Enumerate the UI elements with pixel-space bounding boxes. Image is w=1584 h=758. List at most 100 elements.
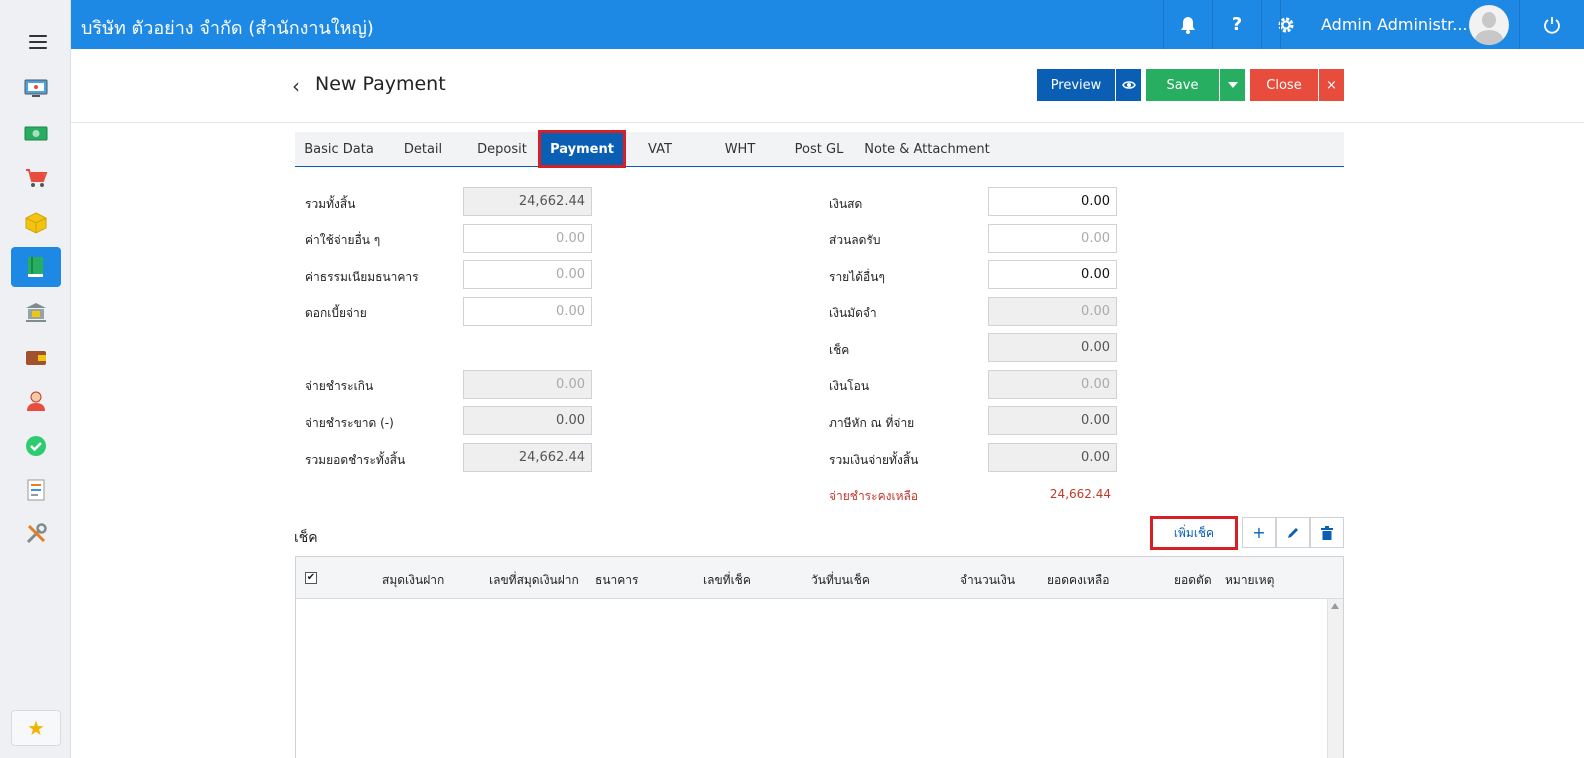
other-income-field[interactable] (988, 260, 1117, 289)
trash-icon (1321, 525, 1333, 540)
col-cut-amount[interactable]: ยอดตัด (1174, 571, 1212, 590)
transfer-label: เงินโอน (829, 379, 870, 393)
tab-vat[interactable]: VAT (624, 132, 696, 166)
sidebar-item-finance[interactable] (11, 113, 61, 153)
back-arrow-icon[interactable]: ‹ (292, 74, 300, 98)
col-bank-book[interactable]: สมุดเงินฝาก (382, 571, 444, 590)
caret-down-icon (1227, 82, 1238, 88)
sidebar-item-sales[interactable] (11, 158, 61, 198)
wht-field (988, 406, 1117, 435)
col-balance[interactable]: ยอดคงเหลือ (1047, 571, 1110, 590)
book-icon (28, 257, 43, 277)
person-icon (27, 391, 45, 411)
total-field (463, 187, 592, 216)
col-bank[interactable]: ธนาคาร (595, 571, 638, 590)
tab-detail[interactable]: Detail (383, 132, 463, 166)
save-button[interactable]: Save (1146, 69, 1219, 101)
top-bar: บริษัท ตัวอย่าง จำกัด (สำนักงานใหญ่) ? A… (71, 0, 1584, 49)
other-income-label: รายได้อื่นๆ (829, 270, 885, 284)
table-scrollbar[interactable] (1327, 599, 1343, 758)
deposit-label: เงินมัดจำ (829, 306, 877, 320)
preview-eye-button[interactable] (1116, 69, 1141, 101)
discount-field[interactable] (988, 224, 1117, 253)
col-note[interactable]: หมายเหตุ (1225, 571, 1274, 590)
cheque-label: เช็ค (829, 343, 850, 357)
tab-basic-data[interactable]: Basic Data (295, 132, 383, 166)
add-icon[interactable]: + (1242, 517, 1276, 548)
overpay-label: จ่ายชำระเกิน (305, 379, 374, 393)
sidebar-item-bank[interactable] (11, 292, 61, 332)
logout-button[interactable] (1519, 0, 1584, 49)
total-paid-label: รวมยอดชำระทั้งสิ้น (305, 453, 406, 467)
underpay-field (463, 406, 592, 435)
delete-button[interactable] (1310, 517, 1344, 548)
total-label: รวมทั้งสิ้น (305, 197, 356, 211)
scroll-up-icon[interactable] (1331, 603, 1339, 609)
tab-bar: Basic Data Detail Deposit Payment VAT WH… (295, 130, 1344, 168)
report-icon (27, 479, 45, 501)
cheque-section-title: เช็ค (294, 530, 318, 546)
avatar[interactable] (1469, 5, 1509, 45)
header-divider (71, 122, 1584, 123)
close-icon[interactable]: × (1319, 69, 1344, 101)
bank-icon (26, 303, 46, 322)
tab-deposit[interactable]: Deposit (463, 132, 541, 166)
total-paid-field (463, 443, 592, 472)
other-expense-label: ค่าใช้จ่ายอื่น ๆ (305, 233, 381, 247)
tab-wht[interactable]: WHT (696, 132, 784, 166)
save-dropdown-button[interactable] (1220, 69, 1245, 101)
sidebar-item-hr[interactable] (11, 381, 61, 421)
sidebar-item-approve[interactable] (11, 426, 61, 466)
cash-label: เงินสด (829, 197, 863, 211)
remaining-value: 24,662.44 (1049, 487, 1111, 501)
sidebar-item-dashboard[interactable] (11, 68, 61, 108)
menu-icon[interactable] (29, 35, 47, 49)
cash-field[interactable] (988, 187, 1117, 216)
edit-button[interactable] (1276, 517, 1310, 548)
bell-icon (1181, 16, 1195, 34)
sidebar-item-settings[interactable] (11, 514, 61, 554)
discount-label: ส่วนลดรับ (829, 233, 881, 247)
notification-button[interactable] (1163, 0, 1212, 49)
monitor-icon (24, 79, 48, 97)
user-name: Admin Administr... (1321, 15, 1468, 34)
money-icon (24, 126, 48, 141)
page-title: New Payment (315, 73, 446, 95)
sidebar-item-accounting[interactable] (11, 247, 61, 287)
pencil-icon (1288, 527, 1298, 538)
tab-post-gl[interactable]: Post GL (784, 132, 854, 166)
sidebar-item-inventory[interactable] (11, 203, 61, 243)
tab-note-attachment[interactable]: Note & Attachment (862, 132, 992, 166)
select-all-checkbox[interactable]: ✔ (305, 572, 317, 584)
deposit-field (988, 297, 1117, 326)
col-cheque-date[interactable]: วันที่บนเช็ค (811, 571, 870, 590)
close-button[interactable]: Close (1250, 69, 1318, 101)
total-payment-label: รวมเงินจ่ายทั้งสิ้น (829, 453, 919, 467)
favorite-star-icon[interactable]: ★ (11, 710, 61, 746)
bank-fee-field[interactable] (463, 260, 592, 289)
col-amount[interactable]: จำนวนเงิน (960, 571, 1015, 590)
wallet-icon (26, 351, 46, 365)
help-icon[interactable]: ? (1212, 0, 1261, 49)
sidebar-item-report[interactable] (11, 470, 61, 510)
power-icon (1544, 16, 1560, 34)
underpay-label: จ่ายชำระขาด (-) (305, 416, 394, 430)
sidebar: ★ (0, 0, 71, 758)
col-cheque-no[interactable]: เลขที่เช็ค (703, 571, 751, 590)
col-bank-book-no[interactable]: เลขที่สมุดเงินฝาก (489, 571, 579, 590)
cheque-table-header: ✔ สมุดเงินฝาก เลขที่สมุดเงินฝาก ธนาคาร เ… (296, 557, 1343, 599)
total-payment-field (988, 443, 1117, 472)
preview-button[interactable]: Preview (1037, 69, 1115, 101)
sidebar-item-wallet[interactable] (11, 337, 61, 377)
cart-icon (26, 169, 48, 187)
box-icon (25, 212, 47, 234)
add-cheque-button[interactable]: เพิ่มเช็ค (1150, 516, 1238, 550)
remaining-label: จ่ายชำระคงเหลือ (829, 489, 919, 503)
company-name: บริษัท ตัวอย่าง จำกัด (สำนักงานใหญ่) (81, 18, 374, 39)
overpay-field (463, 370, 592, 399)
other-expense-field[interactable] (463, 224, 592, 253)
cheque-table: ✔ สมุดเงินฝาก เลขที่สมุดเงินฝาก ธนาคาร เ… (295, 556, 1344, 758)
tab-payment[interactable]: Payment (538, 130, 626, 168)
interest-field[interactable] (463, 297, 592, 326)
eye-icon (1121, 81, 1136, 89)
